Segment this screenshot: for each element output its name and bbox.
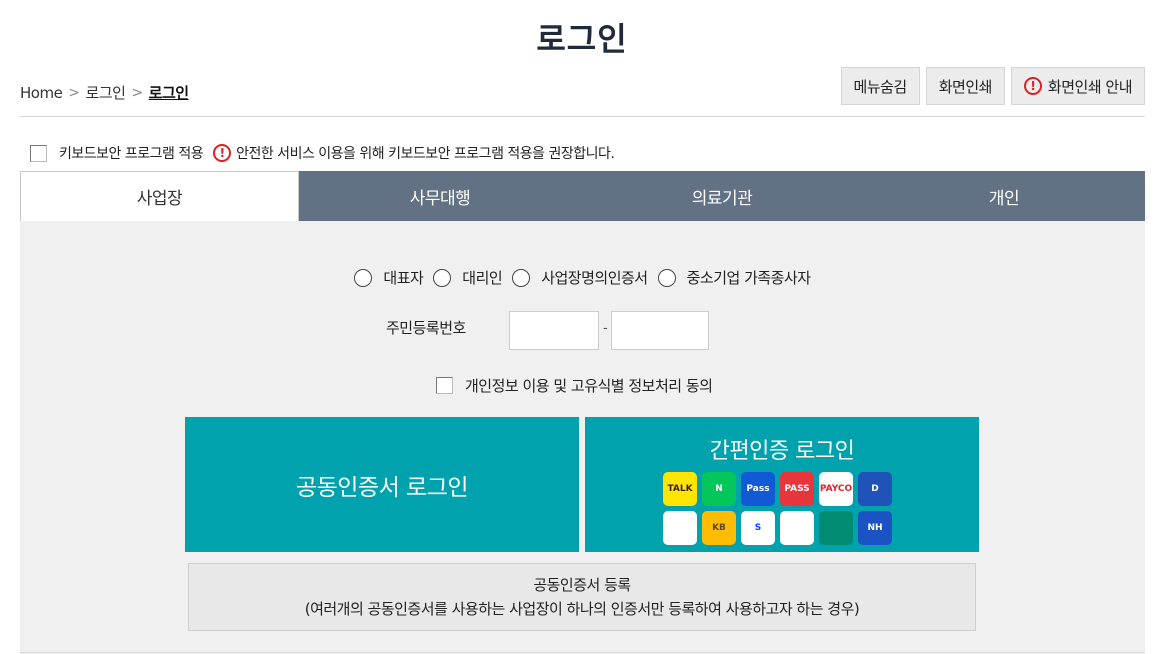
payco-icon: PAYCO: [819, 472, 853, 506]
digital-id-icon: D: [858, 472, 892, 506]
cert-login-button[interactable]: 공동인증서 로그인: [185, 417, 579, 552]
print-button[interactable]: 화면인쇄: [925, 67, 1005, 105]
chevron-right-icon: >: [68, 84, 80, 101]
chevron-right-icon: >: [131, 84, 143, 101]
warning-icon: !: [213, 144, 232, 162]
radio-button[interactable]: [354, 268, 373, 287]
breadcrumb-level1[interactable]: 로그인: [86, 82, 126, 103]
kakao-talk-icon: TALK: [663, 472, 697, 506]
login-type-radio-group: 대표자 대리인 사업장명의인증서 중소기업 가족종사자: [20, 267, 1145, 288]
simple-auth-app-icons: TALK N Pass PASS PAYCO D KB S NH: [663, 472, 895, 545]
tab-agency[interactable]: 사무대행: [299, 171, 581, 221]
print-guide-label: 화면인쇄 안내: [1047, 77, 1133, 96]
page-title: 로그인: [536, 20, 628, 58]
samsung-pass-icon: Pass: [741, 472, 775, 506]
radio-option-representative[interactable]: 대표자: [354, 267, 424, 288]
naver-icon: N: [702, 472, 736, 506]
radio-option-family-worker[interactable]: 중소기업 가족종사자: [657, 267, 811, 288]
hana-bank-icon: [819, 511, 853, 545]
breadcrumb-home[interactable]: Home: [20, 84, 63, 102]
login-panel: 대표자 대리인 사업장명의인증서 중소기업 가족종사자 주민등록번호 - 개인정…: [20, 221, 1145, 654]
simple-auth-login-button[interactable]: 간편인증 로그인 TALK N Pass PASS PAYCO D KB S NH: [585, 417, 979, 552]
radio-button[interactable]: [657, 268, 676, 287]
divider: [20, 116, 1145, 117]
radio-label: 대리인: [462, 269, 503, 287]
hide-menu-button[interactable]: 메뉴숨김: [840, 67, 920, 105]
warning-icon: !: [1023, 77, 1042, 95]
nh-bank-icon: NH: [858, 511, 892, 545]
keyboard-security-row: 키보드보안 프로그램 적용 ! 안전한 서비스 이용을 위해 키보드보안 프로그…: [30, 143, 615, 163]
print-guide-button[interactable]: ! 화면인쇄 안내: [1010, 67, 1145, 105]
kb-bank-icon: KB: [702, 511, 736, 545]
radio-label: 중소기업 가족종사자: [686, 269, 811, 287]
tab-business[interactable]: 사업장: [20, 171, 299, 221]
tab-personal[interactable]: 개인: [863, 171, 1145, 221]
cert-register-desc: (여러개의 공동인증서를 사용하는 사업장이 하나의 인증서만 등록하여 사용하…: [304, 600, 860, 618]
cert-register-title: 공동인증서 등록: [533, 576, 631, 594]
radio-button[interactable]: [512, 268, 531, 287]
radio-option-agent[interactable]: 대리인: [433, 267, 503, 288]
rrn-dash: -: [603, 321, 608, 336]
keyboard-security-checkbox[interactable]: [30, 144, 47, 162]
shinhan-bank-icon: S: [741, 511, 775, 545]
privacy-agree-label: 개인정보 이용 및 고유식별 정보처리 동의: [465, 377, 713, 395]
radio-label: 대표자: [383, 269, 424, 287]
radio-button[interactable]: [433, 268, 452, 287]
breadcrumb-current[interactable]: 로그인: [149, 82, 189, 103]
rrn-back-input[interactable]: [611, 311, 709, 350]
radio-label: 사업장명의인증서: [541, 269, 648, 287]
tab-medical[interactable]: 의료기관: [581, 171, 863, 221]
keyboard-security-label: 키보드보안 프로그램 적용: [59, 146, 204, 162]
top-toolbar: 메뉴숨김 화면인쇄 ! 화면인쇄 안내: [840, 67, 1145, 105]
simple-auth-label: 간편인증 로그인: [709, 439, 855, 464]
login-tabs: 사업장 사무대행 의료기관 개인: [20, 171, 1145, 221]
pass-icon: PASS: [780, 472, 814, 506]
divider: [20, 652, 1145, 653]
privacy-agree-checkbox[interactable]: [436, 377, 453, 394]
rrn-label: 주민등록번호: [386, 319, 466, 337]
privacy-agree-row: 개인정보 이용 및 고유식별 정보처리 동의: [436, 375, 713, 396]
rrn-front-input[interactable]: [509, 311, 599, 350]
keyboard-security-notice: 안전한 서비스 이용을 위해 키보드보안 프로그램 적용을 권장합니다.: [236, 146, 615, 162]
woori-icon: [780, 511, 814, 545]
toss-icon: [663, 511, 697, 545]
cert-register-button[interactable]: 공동인증서 등록 (여러개의 공동인증서를 사용하는 사업장이 하나의 인증서만…: [188, 563, 976, 631]
radio-option-business-cert[interactable]: 사업장명의인증서: [512, 267, 648, 288]
breadcrumb: Home > 로그인 > 로그인: [20, 82, 189, 103]
